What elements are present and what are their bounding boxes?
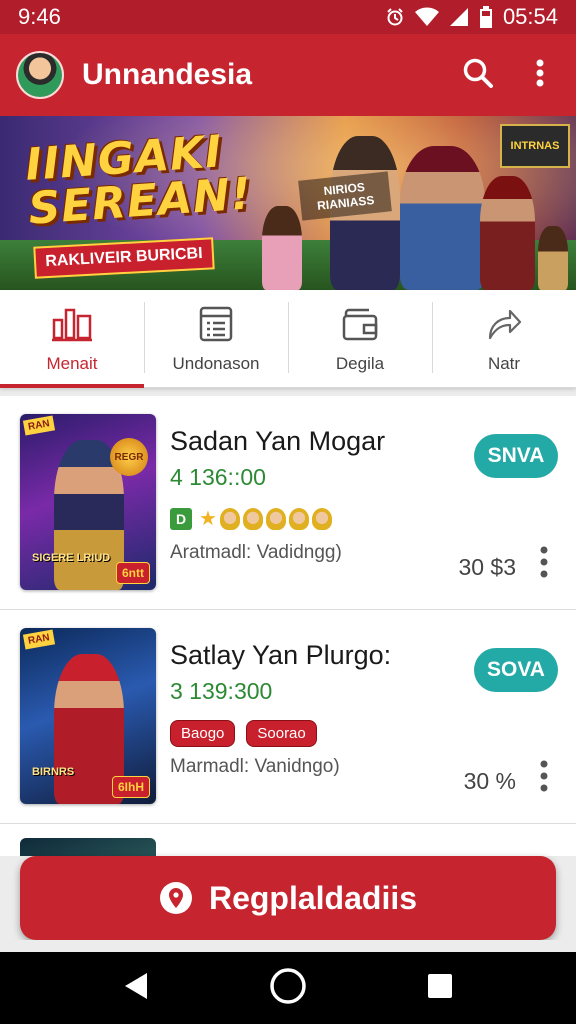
banner-character <box>400 146 485 290</box>
rating-badge: D <box>170 507 192 530</box>
promo-banner[interactable]: IINGAKI SEREAN! RAKLIVEIR BURICBI INTRNA… <box>0 116 576 290</box>
recents-button[interactable] <box>416 964 464 1012</box>
list-icon <box>199 304 233 344</box>
item-description: Marmadl: Vanidngo) <box>170 756 340 777</box>
item-tags: Baogo Soorao <box>170 720 325 747</box>
banner-sign: INTRNAS <box>500 124 570 168</box>
avatar[interactable] <box>16 51 64 99</box>
banner-headline: IINGAKI SEREAN! <box>24 126 254 235</box>
tab-label: Menait <box>46 353 98 373</box>
status-clock: 05:54 <box>502 4 558 29</box>
system-nav-bar <box>0 952 576 1024</box>
battery-icon <box>479 6 493 28</box>
item-title: Satlay Yan Plurgo: <box>170 640 392 670</box>
tab-bar: Menait Undonason Degila Natr <box>0 290 576 388</box>
thumb-tag: 6ntt <box>116 562 150 584</box>
tab-degila[interactable]: Degila <box>288 290 432 387</box>
banner-character <box>262 206 302 290</box>
list-item[interactable]: RAN BIRNRS 6IhH Satlay Yan Plurgo: 3 139… <box>0 610 576 824</box>
more-vertical-icon <box>540 546 548 583</box>
item-description: Aratmadl: Vadidngg) <box>170 542 342 563</box>
tab-menait[interactable]: Menait <box>0 290 144 388</box>
tab-label: Natr <box>487 353 521 373</box>
chart-icon <box>50 304 94 344</box>
back-button[interactable] <box>112 964 160 1012</box>
item-action-button[interactable]: SOVA <box>474 648 558 692</box>
banner-character <box>480 176 535 290</box>
bottom-spacer <box>0 940 576 952</box>
item-list: RAN REGR SIGERE LRIUD 6ntt Sadan Yan Mog… <box>0 396 576 856</box>
page-title: Unnandesia <box>82 58 253 91</box>
item-meta: 4 136::00 <box>170 464 266 490</box>
player-avatar-icon <box>242 507 263 530</box>
status-icons: 05:54 <box>385 4 558 30</box>
list-item[interactable]: RAN REGR SIGERE LRIUD 6ntt Sadan Yan Mog… <box>0 396 576 610</box>
item-title: Sadan Yan Mogar <box>170 426 386 456</box>
tab-undonason[interactable]: Undonason <box>144 290 288 387</box>
tab-label: Degila <box>335 353 385 373</box>
item-action-button[interactable]: SNVA <box>474 434 558 478</box>
tab-label: Undonason <box>172 353 260 373</box>
player-avatar-icon <box>311 507 332 530</box>
status-bar: 9:46 05:54 <box>0 0 576 34</box>
register-button[interactable]: Regplaldadiis <box>20 856 556 940</box>
back-triangle-icon <box>123 971 149 1006</box>
status-time: 9:46 <box>18 4 61 29</box>
tab-natr[interactable]: Natr <box>432 290 576 387</box>
home-circle-icon <box>269 967 307 1010</box>
player-avatar-icon <box>288 507 309 530</box>
player-avatar-icon <box>219 507 240 530</box>
thumb-logo-text: BIRNRS <box>32 766 75 778</box>
item-price: 30 % <box>463 768 516 794</box>
thumb-logo-text: SIGERE LRIUD <box>32 552 111 564</box>
search-icon <box>462 57 494 94</box>
item-badges: D ★ <box>170 506 332 531</box>
home-button[interactable] <box>264 964 312 1012</box>
item-tag-pill[interactable]: Soorao <box>246 720 317 747</box>
signal-icon <box>449 7 469 27</box>
star-icon: ★ <box>199 508 217 530</box>
item-more-button[interactable] <box>534 546 554 582</box>
more-vertical-icon <box>540 760 548 797</box>
item-more-button[interactable] <box>534 760 554 796</box>
item-price: 30 $3 <box>458 554 516 580</box>
thumb-tag: 6IhH <box>111 776 150 798</box>
item-meta: 3 139:300 <box>170 678 273 704</box>
banner-character <box>538 226 568 290</box>
app-bar: Unnandesia <box>0 34 576 116</box>
thumb-coin: REGR <box>110 438 148 476</box>
overflow-menu-button[interactable] <box>520 55 560 95</box>
wallet-icon <box>342 304 378 344</box>
recents-square-icon <box>426 972 454 1005</box>
search-button[interactable] <box>458 55 498 95</box>
player-avatar-icon <box>265 507 286 530</box>
item-tag-pill[interactable]: Baogo <box>170 720 236 747</box>
list-item-partial-thumbnail <box>20 838 156 856</box>
thumb-corner-label: RAN <box>22 629 55 650</box>
location-pin-icon <box>159 881 193 915</box>
alarm-icon <box>385 7 405 27</box>
more-vertical-icon <box>536 59 544 92</box>
item-thumbnail: RAN REGR SIGERE LRIUD 6ntt <box>20 414 156 590</box>
item-thumbnail: RAN BIRNRS 6IhH <box>20 628 156 804</box>
share-icon <box>486 304 522 344</box>
thumb-corner-label: RAN <box>22 415 55 436</box>
register-button-label: Regplaldadiis <box>208 879 418 916</box>
wifi-icon <box>414 7 439 27</box>
